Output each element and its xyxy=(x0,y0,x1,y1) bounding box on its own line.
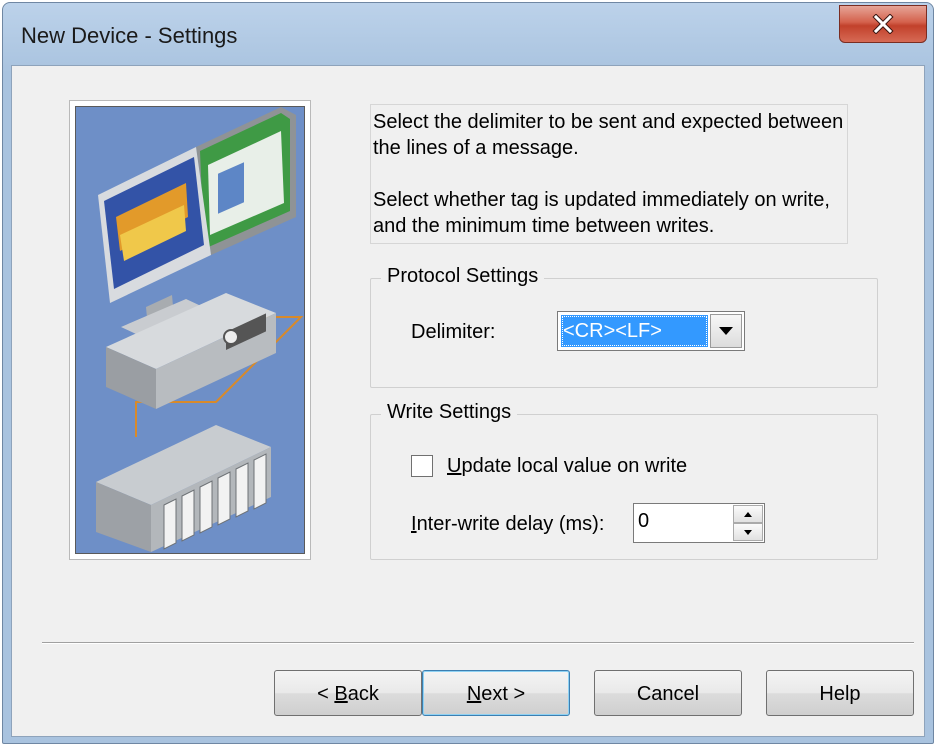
write-settings-title: Write Settings xyxy=(381,401,518,424)
update-local-checkbox[interactable] xyxy=(411,455,433,477)
update-local-label[interactable]: Update local value on write xyxy=(447,455,687,478)
back-mnemonic: B xyxy=(334,683,348,705)
chevron-down-icon xyxy=(719,327,733,335)
spin-up-button[interactable] xyxy=(733,505,763,523)
back-prefix: < xyxy=(317,683,335,705)
button-separator xyxy=(42,642,914,644)
device-network-illustration xyxy=(75,106,305,554)
next-label-text: ext > xyxy=(481,683,526,705)
step-description: Select the delimiter to be sent and expe… xyxy=(370,104,848,244)
description-write: Select whether tag is updated immediatel… xyxy=(373,189,830,237)
next-mnemonic: N xyxy=(466,683,482,705)
write-settings-group: Write Settings Update local value on wri… xyxy=(370,401,878,560)
inter-write-label-text: nter-write delay (ms): xyxy=(416,513,605,535)
delimiter-label: Delimiter: xyxy=(411,321,496,343)
description-delimiter: Select the delimiter to be sent and expe… xyxy=(373,111,844,159)
inter-write-delay-spinner xyxy=(733,505,763,541)
close-button[interactable] xyxy=(839,5,927,43)
spin-down-icon xyxy=(744,529,752,535)
dialog-client-area: Select the delimiter to be sent and expe… xyxy=(11,65,925,737)
dialog-window: New Device - Settings Select the delimit… xyxy=(2,2,934,744)
protocol-settings-title: Protocol Settings xyxy=(381,265,545,288)
window-title: New Device - Settings xyxy=(21,23,238,48)
update-local-mnemonic: U xyxy=(447,455,462,477)
inter-write-delay-input[interactable]: 0 xyxy=(633,503,765,543)
close-icon xyxy=(872,14,894,34)
cancel-button[interactable]: Cancel xyxy=(594,670,742,716)
update-local-label-text: pdate local value on write xyxy=(461,455,688,477)
inter-write-delay-value: 0 xyxy=(638,510,650,532)
spin-down-button[interactable] xyxy=(733,523,763,541)
next-button[interactable]: Next > xyxy=(422,670,570,716)
title-bar[interactable]: New Device - Settings xyxy=(3,3,933,67)
delimiter-dropdown-button[interactable] xyxy=(710,314,742,348)
delimiter-selected-value: <CR><LF> xyxy=(561,315,708,347)
help-button[interactable]: Help xyxy=(766,670,914,716)
protocol-settings-group: Protocol Settings Delimiter: <CR><LF> xyxy=(370,265,878,388)
spin-up-icon xyxy=(744,511,752,517)
back-label-text: ack xyxy=(347,683,379,705)
illustration-frame xyxy=(69,100,311,560)
back-button[interactable]: < Back xyxy=(274,670,422,716)
inter-write-delay-label: Inter-write delay (ms): xyxy=(411,513,604,536)
delimiter-select[interactable]: <CR><LF> xyxy=(557,311,745,351)
